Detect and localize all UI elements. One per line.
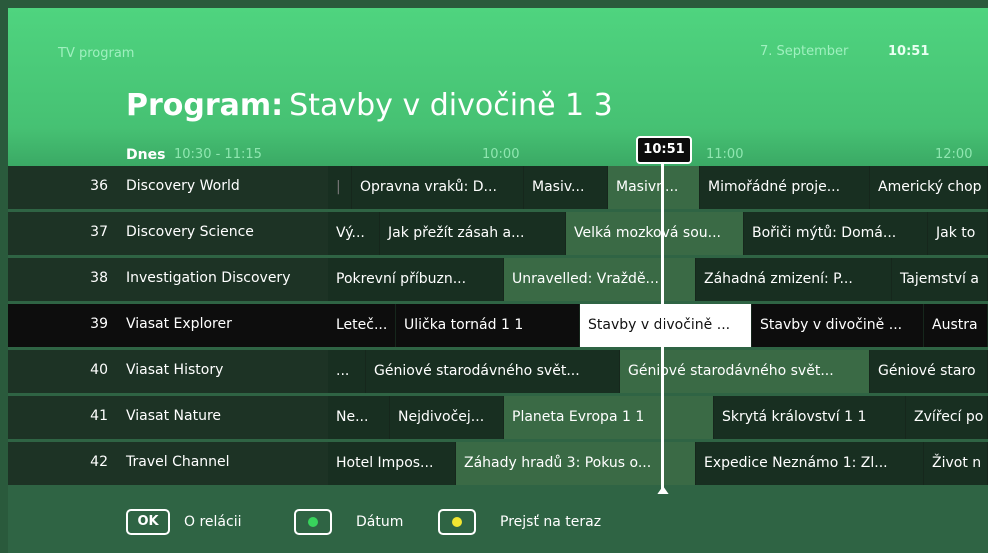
channel-name: Discovery Science xyxy=(126,224,254,240)
ok-key-button[interactable]: OK xyxy=(126,509,170,535)
channel-number: 39 xyxy=(90,316,108,332)
now-time-badge: 10:51 xyxy=(636,136,692,164)
yellow-key-button[interactable] xyxy=(438,509,476,535)
channel-name: Viasat Explorer xyxy=(126,316,232,332)
program-cell[interactable]: Unravelled: Vraždě... xyxy=(504,258,696,301)
channel-number: 41 xyxy=(90,408,108,424)
date-action-label: Dátum xyxy=(356,514,404,530)
program-cell[interactable]: Pokrevní příbuzn... xyxy=(328,258,504,301)
program-cell[interactable]: Géniové starodávného svět... xyxy=(620,350,870,393)
channel-name: Investigation Discovery xyxy=(126,270,291,286)
program-cell[interactable]: Stavby v divočině ... xyxy=(752,304,924,347)
channel-row: 38 Investigation Discovery Pokrevní příb… xyxy=(8,258,988,301)
timeline-tick: 10:00 xyxy=(482,147,520,162)
channel-number: 38 xyxy=(90,270,108,286)
program-cell[interactable]: | xyxy=(328,166,352,209)
program-cell[interactable]: Skrytá království 1 1 xyxy=(714,396,906,439)
program-cell[interactable]: Bořiči mýtů: Domá... xyxy=(744,212,928,255)
channel-cell[interactable]: 39 Viasat Explorer xyxy=(8,304,328,347)
program-cell[interactable]: Mimořádné proje... xyxy=(700,166,870,209)
channel-cell[interactable]: 38 Investigation Discovery xyxy=(8,258,328,301)
channel-cell[interactable]: 40 Viasat History xyxy=(8,350,328,393)
channel-number: 36 xyxy=(90,178,108,194)
program-cell[interactable]: ... xyxy=(328,350,366,393)
go-to-now-action-label: Prejsť na teraz xyxy=(500,514,602,530)
channel-name: Travel Channel xyxy=(126,454,230,470)
current-time: 10:51 xyxy=(888,44,930,59)
program-cell[interactable]: Vý... xyxy=(328,212,380,255)
program-cell[interactable]: Masiv... xyxy=(524,166,608,209)
page-title: Program: Stavby v divočině 1 3 xyxy=(126,88,613,123)
program-cell[interactable]: Ne... xyxy=(328,396,390,439)
tv-guide-screen: TV program 7. September 10:51 Program: St… xyxy=(8,8,988,553)
channel-cell[interactable]: 42 Travel Channel xyxy=(8,442,328,485)
program-cell[interactable]: Austra xyxy=(924,304,988,347)
channel-row: 36 Discovery World | Opravna vraků: D...… xyxy=(8,166,988,209)
current-date: 7. September xyxy=(760,44,849,59)
program-cell[interactable]: Planeta Evropa 1 1 xyxy=(504,396,714,439)
yellow-dot-icon xyxy=(452,517,462,527)
selected-program-title: Stavby v divočině 1 3 xyxy=(289,88,613,123)
program-cell[interactable]: Jak to xyxy=(928,212,988,255)
channel-cell[interactable]: 41 Viasat Nature xyxy=(8,396,328,439)
channel-cell[interactable]: 37 Discovery Science xyxy=(8,212,328,255)
now-indicator-line xyxy=(661,160,664,490)
selected-program-time: 10:30 - 11:15 xyxy=(174,147,262,162)
channel-number: 42 xyxy=(90,454,108,470)
program-cell[interactable]: Jak přežít zásah a... xyxy=(380,212,566,255)
channel-number: 37 xyxy=(90,224,108,240)
program-cell[interactable]: Záhadná zmizení: P... xyxy=(696,258,892,301)
channel-row: 41 Viasat Nature Ne... Nejdivočej... Pla… xyxy=(8,396,988,439)
program-cell-selected[interactable]: Stavby v divočině ... xyxy=(580,304,752,347)
program-cell[interactable]: Expedice Neznámo 1: Zl... xyxy=(696,442,924,485)
green-dot-icon xyxy=(308,517,318,527)
channel-cell[interactable]: 36 Discovery World xyxy=(8,166,328,209)
program-cell[interactable]: Velká mozková sou... xyxy=(566,212,744,255)
program-cell[interactable]: Ulička tornád 1 1 xyxy=(396,304,580,347)
program-cell[interactable]: Leteč... xyxy=(328,304,396,347)
green-key-button[interactable] xyxy=(294,509,332,535)
program-cell[interactable]: Tajemství a xyxy=(892,258,988,301)
program-cell[interactable]: Život n xyxy=(924,442,988,485)
channel-row: 42 Travel Channel Hotel Impos... Záhady … xyxy=(8,442,988,485)
program-cell[interactable]: Géniové staro xyxy=(870,350,988,393)
page-title-label: Program: xyxy=(126,88,284,123)
day-label: Dnes xyxy=(126,147,166,163)
channel-name: Viasat History xyxy=(126,362,224,378)
program-cell[interactable]: Masivn... xyxy=(608,166,700,209)
program-cell[interactable]: Nejdivočej... xyxy=(390,396,504,439)
ok-action-label: O relácii xyxy=(184,514,242,530)
app-title: TV program xyxy=(58,46,135,61)
program-cell[interactable]: Hotel Impos... xyxy=(328,442,456,485)
channel-name: Viasat Nature xyxy=(126,408,222,424)
channel-row: 37 Discovery Science Vý... Jak přežít zá… xyxy=(8,212,988,255)
program-cell[interactable]: Géniové starodávného svět... xyxy=(366,350,620,393)
channel-row-selected: 39 Viasat Explorer Leteč... Ulička torná… xyxy=(8,304,988,347)
footer-bar: OK O relácii Dátum Prejsť na teraz xyxy=(8,494,988,553)
timeline-tick: 12:00 xyxy=(935,147,973,162)
program-cell[interactable]: Záhady hradů 3: Pokus o... xyxy=(456,442,696,485)
program-cell[interactable]: Opravna vraků: D... xyxy=(352,166,524,209)
channel-row: 40 Viasat History ... Géniové starodávné… xyxy=(8,350,988,393)
channel-name: Discovery World xyxy=(126,178,240,194)
program-cell[interactable]: Zvířecí po xyxy=(906,396,988,439)
program-cell[interactable]: Americký chop xyxy=(870,166,988,209)
channel-number: 40 xyxy=(90,362,108,378)
timeline-tick: 11:00 xyxy=(706,147,744,162)
